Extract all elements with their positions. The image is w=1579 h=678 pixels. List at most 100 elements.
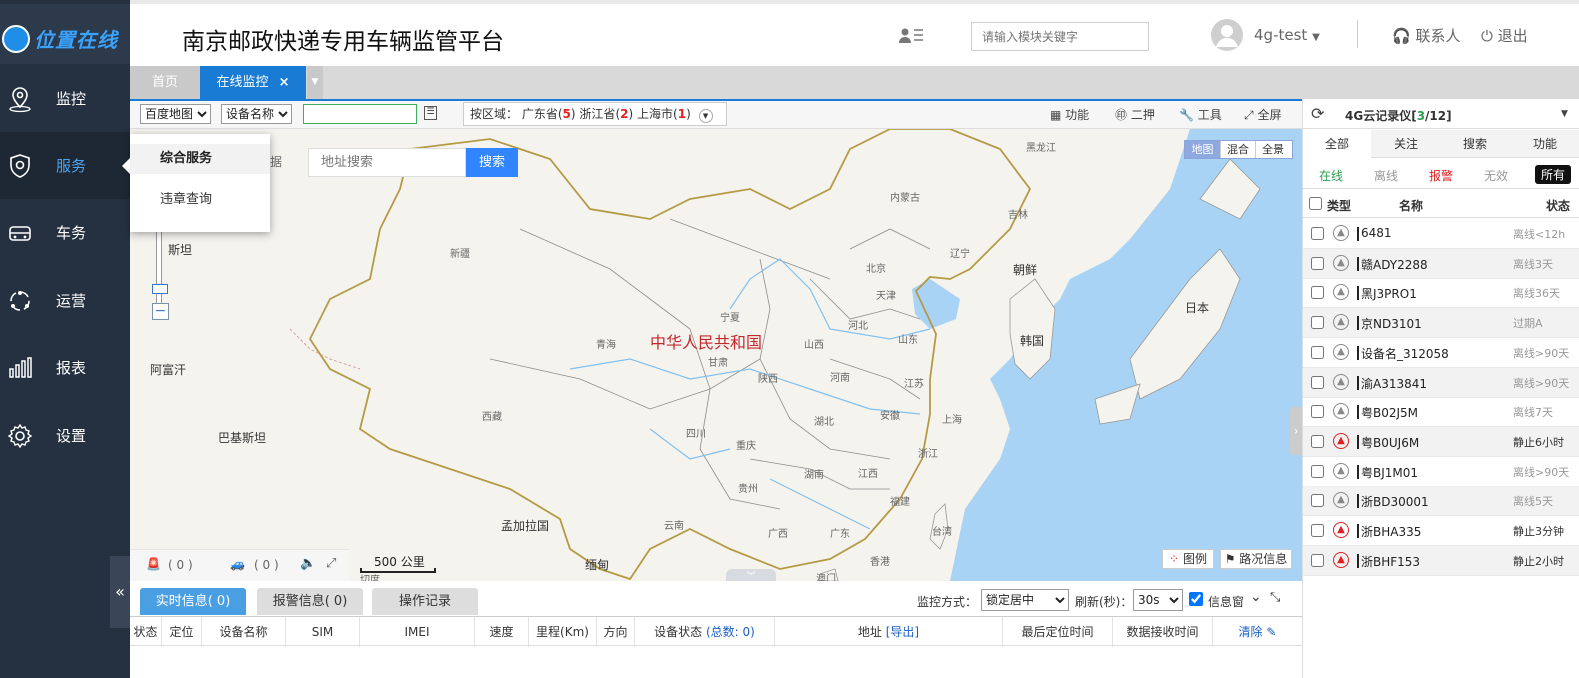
region-guangdong[interactable]: 广东省(5) [522,107,576,121]
panel-tab-all[interactable]: 全部 [1303,130,1371,158]
info-window-checkbox[interactable] [1189,592,1203,606]
monitor-mode-select[interactable]: 锁定居中 [981,589,1069,611]
device-row[interactable]: ▲ 设备名_312058 离线>90天 [1303,338,1579,368]
device-row[interactable]: ▲ 粤BJ1M01 离线>90天 [1303,457,1579,487]
device-row[interactable]: ▲ 粤B02J5M 离线7天 [1303,397,1579,428]
map-type-select[interactable]: 百度地图 [140,104,211,124]
monitor-mode-label: 监控方式： [917,595,978,609]
device-checkbox[interactable] [1311,405,1324,419]
tab-home[interactable]: 首页 [130,66,200,99]
list-icon[interactable]: ☰ [424,106,437,120]
sidebar-item-operation[interactable]: 运营 [0,267,130,334]
device-row[interactable]: ▲ 赣ADY2288 离线3天 [1303,248,1579,279]
sidebar-item-vehicle[interactable]: 车务 [0,199,130,266]
clear-link[interactable]: 清除 [1239,625,1263,639]
legend-button[interactable]: ⁘ 图例 [1162,549,1214,569]
address-search-button[interactable]: 搜索 [466,148,518,177]
select-all-checkbox[interactable] [1309,197,1322,210]
contact-button[interactable]: 🎧 联系人 [1392,25,1460,46]
pencil-icon[interactable]: ✎ [1266,625,1276,639]
panel-tab-follow[interactable]: 关注 [1372,130,1440,158]
close-icon[interactable]: × [279,75,290,90]
expand-down-chevron-icon[interactable]: ︾ [726,569,776,581]
caret-down-icon[interactable]: ▼ [1561,109,1568,119]
sidebar-item-report[interactable]: 报表 [0,334,130,401]
device-checkbox[interactable] [1311,553,1324,567]
logout-button[interactable]: ⏻ 退出 [1481,25,1528,46]
sidebar-item-settings[interactable]: 设置 [0,402,130,469]
alarm-light-icon[interactable]: 🚨 [146,557,161,571]
device-row[interactable]: ▲ 6481 离线<12h [1303,219,1579,249]
device-checkbox[interactable] [1311,494,1324,508]
device-checkbox[interactable] [1311,227,1324,240]
address-search-input[interactable] [308,148,466,177]
device-group-title[interactable]: 4G云记录仪[3/12] [1345,107,1452,124]
expand-icon[interactable]: ⤢ [326,556,336,571]
erya-button[interactable]: ㊞ 二押 [1115,106,1155,123]
device-checkbox[interactable] [1311,256,1324,270]
refresh-icon[interactable]: ⟳ [1311,104,1324,123]
tab-realtime-info[interactable]: 实时信息( 0) [140,588,246,615]
device-checkbox[interactable] [1311,524,1324,537]
avatar[interactable] [1210,18,1244,52]
chevron-down-icon[interactable]: ▼ [698,109,713,123]
device-row[interactable]: ▲ 粤B0UJ6M 静止6小时 [1303,426,1579,457]
filter-all[interactable]: 所有 [1535,165,1572,184]
map-type-panorama[interactable]: 全景 [1255,141,1290,158]
device-checkbox[interactable] [1311,434,1324,448]
filter-offline[interactable]: 离线 [1374,167,1398,184]
device-checkbox[interactable] [1311,286,1324,300]
refresh-interval-select[interactable]: 30s [1133,589,1183,611]
device-checkbox[interactable] [1311,464,1324,478]
device-row[interactable]: ▲ 黑J3PRO1 离线36天 [1303,278,1579,309]
tab-online-monitor[interactable]: 在线监控 × [200,66,306,99]
filter-invalid[interactable]: 无效 [1484,167,1508,184]
submenu-item-general-service[interactable]: 综合服务 [130,144,270,174]
tools-button[interactable]: 🔧 工具 [1179,106,1222,123]
tab-alarm-info[interactable]: 报警信息( 0) [257,588,363,615]
device-row[interactable]: ▲ 渝A313841 离线>90天 [1303,367,1579,398]
filter-alarm[interactable]: 报警 [1429,167,1453,184]
panel-toggle-chevron-icon[interactable]: › [1290,407,1302,455]
panel-tab-function[interactable]: 功能 [1510,130,1579,158]
map-type-map[interactable]: 地图 [1185,141,1220,158]
device-checkbox[interactable] [1311,316,1324,330]
user-list-icon[interactable] [897,26,927,46]
function-button[interactable]: ▦ 功能 [1050,106,1089,123]
logo[interactable]: 位置在线 [0,4,130,64]
device-checkbox[interactable] [1311,375,1324,389]
map-canvas[interactable]: 黑龙江 内蒙古 吉林 辽宁 新疆 宁夏 甘肃 北京 天津 河北 山西 山东 青海… [130,129,1302,581]
speaker-icon[interactable]: 🔈 [300,556,316,571]
region-filter[interactable]: 按区域： 广东省(5) 浙江省(2) 上海市(1) ▼ [463,102,727,126]
device-checkbox[interactable] [1311,345,1324,359]
vehicle-icon[interactable]: 🚙 [230,557,245,571]
row-marker [1357,494,1359,509]
export-link[interactable]: [导出] [886,625,919,639]
panel-tab-search[interactable]: 搜索 [1441,130,1509,158]
device-field-select[interactable]: 设备名称 [221,104,292,124]
tab-overflow-chevron-icon[interactable]: ▼ [307,66,323,99]
region-zhejiang[interactable]: 浙江省(2) [579,107,633,121]
col-receive-time: 数据接收时间 [1113,617,1213,647]
collapse-sidebar-button[interactable]: « [110,556,130,628]
device-row[interactable]: ▲ 京ND3101 过期A [1303,308,1579,339]
resize-icon[interactable]: ⤡ [1270,590,1280,605]
region-shanghai[interactable]: 上海市(1) [637,107,691,121]
device-row[interactable]: ▲ 浙BHF153 静止2小时 [1303,545,1579,576]
device-row[interactable]: ▲ 浙BHA335 静止3分钟 [1303,516,1579,546]
traffic-button[interactable]: ⚑ 路况信息 [1220,549,1292,569]
submenu-item-violation-query[interactable]: 违章查询 [130,185,270,215]
filter-online[interactable]: 在线 [1319,167,1343,184]
sidebar-item-monitor[interactable]: 监控 [0,65,130,132]
map-type-hybrid[interactable]: 混合 [1220,141,1255,158]
zoom-slider-handle[interactable] [152,284,168,294]
module-search-input[interactable] [971,22,1149,51]
user-name-dropdown[interactable]: 4g-test ▼ [1254,26,1320,44]
sidebar-item-service[interactable]: 服务 [0,132,130,199]
device-row[interactable]: ▲ 浙BD30001 离线5天 [1303,486,1579,517]
tab-operation-log[interactable]: 操作记录 [372,588,478,615]
double-chevron-down-icon[interactable]: ⌄ [1250,589,1262,605]
zoom-out-button[interactable]: − [152,303,169,320]
device-search-input[interactable] [303,104,417,124]
fullscreen-button[interactable]: ⤢ 全屏 [1244,106,1281,123]
